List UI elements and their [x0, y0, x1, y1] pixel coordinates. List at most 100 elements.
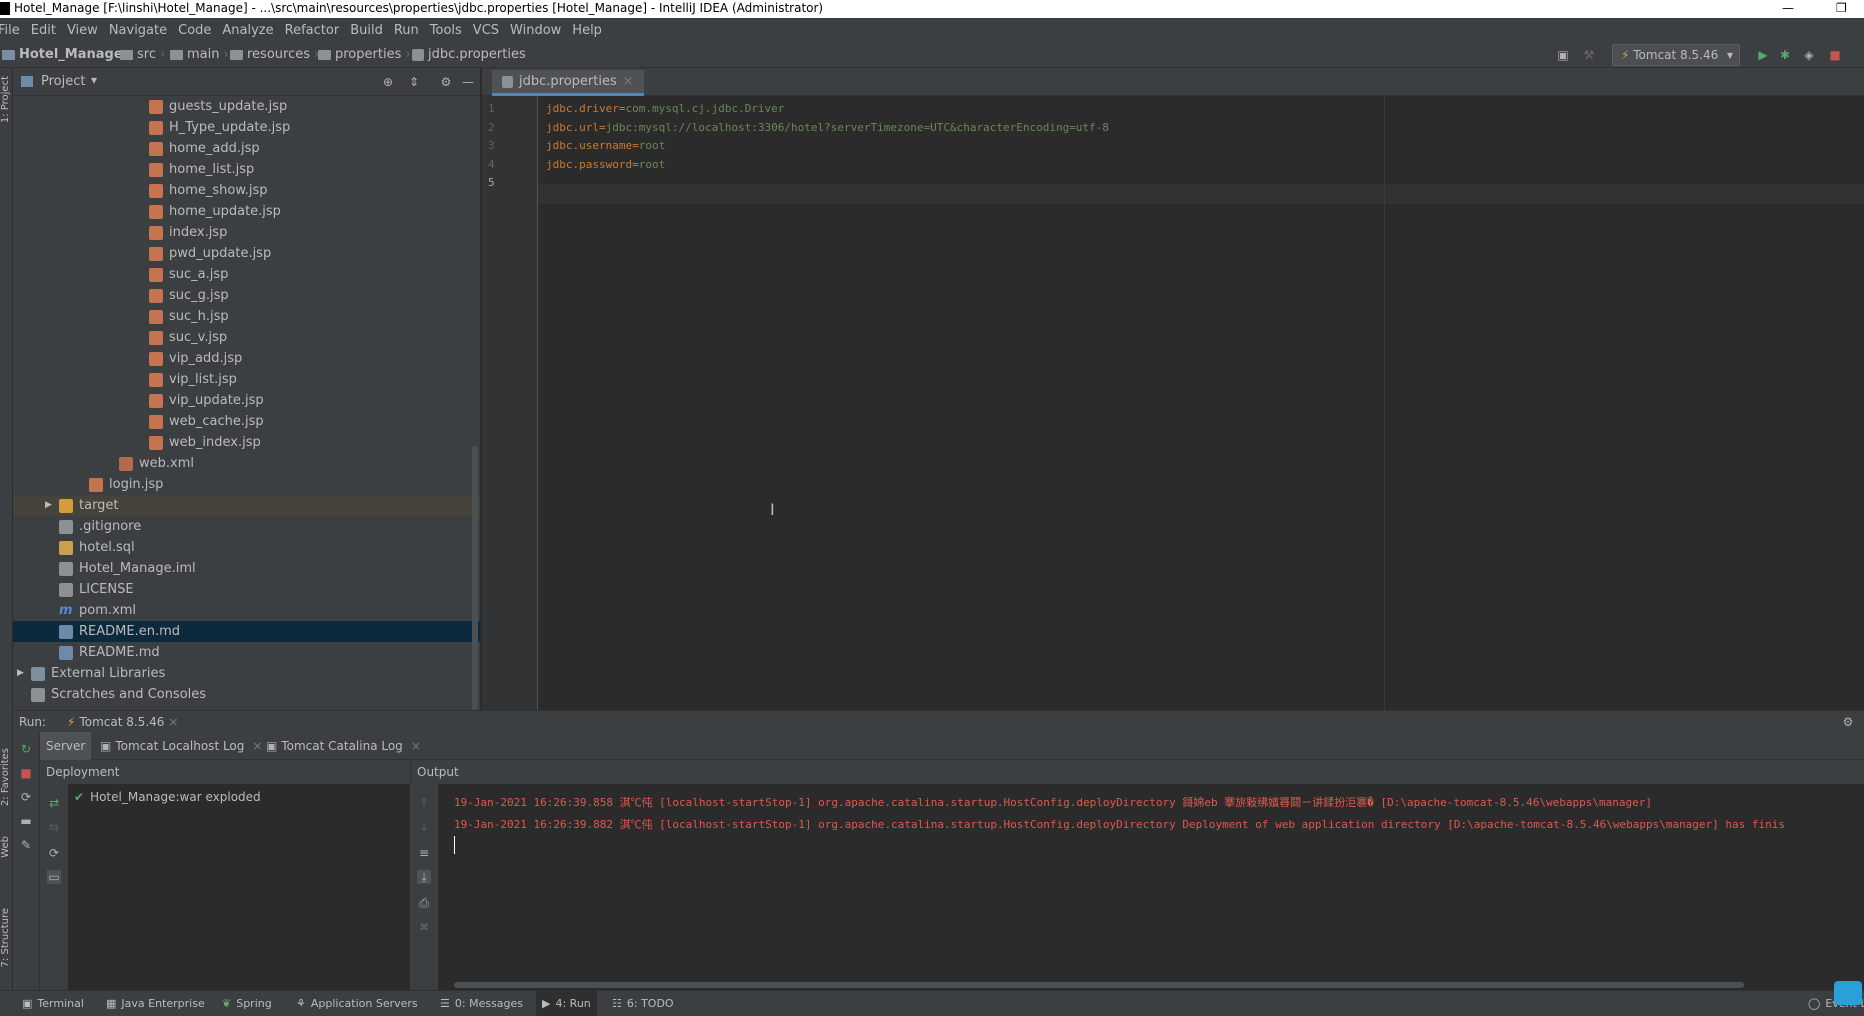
collapse-all-icon[interactable]: ⇕ — [407, 75, 421, 89]
tab-spring[interactable]: ❦ Spring — [222, 991, 272, 1016]
debug-icon[interactable]: ✱ — [1778, 48, 1792, 62]
tree-item[interactable]: ▶ target — [45, 495, 119, 516]
deploy-icon[interactable]: ⇄ — [47, 796, 61, 810]
undeploy-icon[interactable]: ⇆ — [47, 820, 61, 834]
breadcrumb-project[interactable]: Hotel_Manage › — [2, 42, 132, 68]
breadcrumb-src[interactable]: src › — [120, 42, 165, 68]
tree-item[interactable]: web_cache.jsp — [149, 411, 264, 432]
scroll-to-end-icon[interactable]: ⤓ — [417, 870, 431, 884]
chevron-right-icon[interactable]: ▶ — [17, 663, 24, 684]
menu-vcs[interactable]: VCS — [473, 19, 499, 43]
tab-todo[interactable]: ☷ 6: TODO — [612, 991, 674, 1016]
restore-button[interactable]: ❐ — [1836, 0, 1847, 17]
hide-panel-icon[interactable]: — — [461, 75, 475, 89]
close-icon[interactable]: × — [623, 69, 634, 95]
gear-icon[interactable]: ⚙ — [439, 75, 453, 89]
console-hscrollbar[interactable] — [454, 982, 1744, 988]
cloud-sync-icon[interactable] — [1834, 981, 1862, 1005]
project-tool-tab[interactable]: 1: Project — [0, 76, 11, 123]
rerun-icon[interactable]: ↻ — [19, 742, 33, 756]
tab-localhost-log[interactable]: ▣ Tomcat Localhost Log × — [94, 732, 268, 760]
menu-view[interactable]: View — [67, 19, 98, 43]
tree-item[interactable]: login.jsp — [89, 474, 163, 495]
tree-item[interactable]: Hotel_Manage.iml — [59, 558, 196, 579]
tree-item[interactable]: ▶ External Libraries — [17, 663, 165, 684]
tree-item[interactable]: home_update.jsp — [149, 201, 281, 222]
menu-build[interactable]: Build — [350, 19, 383, 43]
run-configuration-select[interactable]: ⚡ Tomcat 8.5.46 ▾ — [1612, 44, 1740, 66]
update-icon[interactable]: ⟳ — [19, 790, 33, 804]
tree-item[interactable]: web.xml — [119, 453, 194, 474]
project-scrollbar[interactable] — [472, 446, 478, 710]
close-icon[interactable]: × — [411, 732, 421, 760]
arrow-down-icon[interactable]: ↓ — [417, 820, 431, 834]
favorites-tool-tab[interactable]: 2: Favorites — [0, 748, 11, 806]
tree-item[interactable]: suc_v.jsp — [149, 327, 227, 348]
layout-icon[interactable]: ▬ — [19, 814, 33, 828]
web-tool-tab[interactable]: Web — [0, 836, 11, 858]
tree-item[interactable]: suc_g.jsp — [149, 285, 229, 306]
deployment-item[interactable]: ✔ Hotel_Manage:war exploded — [74, 790, 261, 804]
tab-run[interactable]: ▶ 4: Run — [536, 991, 597, 1016]
tree-item[interactable]: vip_add.jsp — [149, 348, 242, 369]
menu-edit[interactable]: Edit — [31, 19, 56, 43]
breadcrumb-main[interactable]: main › — [170, 42, 229, 68]
pin-icon[interactable]: ✎ — [19, 838, 33, 852]
breadcrumb-resources[interactable]: resources › — [230, 42, 319, 68]
menu-window[interactable]: Window — [510, 19, 561, 43]
minimize-button[interactable]: — — [1782, 0, 1794, 17]
gear-icon[interactable]: ⚙ — [1841, 715, 1855, 729]
tree-item[interactable]: hotel.sql — [59, 537, 135, 558]
coverage-icon[interactable]: ◈ — [1802, 48, 1816, 62]
tree-item[interactable]: vip_update.jsp — [149, 390, 264, 411]
refresh-icon[interactable]: ⟳ — [47, 846, 61, 860]
tree-item[interactable]: Scratches and Consoles — [31, 684, 206, 705]
menu-navigate[interactable]: Navigate — [109, 19, 167, 43]
tree-item[interactable]: home_add.jsp — [149, 138, 260, 159]
tab-catalina-log[interactable]: ▣ Tomcat Catalina Log × — [260, 732, 427, 760]
tree-item[interactable]: README.md — [59, 642, 160, 663]
tab-java-enterprise[interactable]: ▦ Java Enterprise — [106, 991, 205, 1016]
tree-item[interactable]: H_Type_update.jsp — [149, 117, 290, 138]
console-output[interactable]: 19-Jan-2021 16:26:39.858 淇℃伅 [localhost-… — [438, 784, 1864, 990]
build-hammer-icon[interactable]: ⚒ — [1582, 48, 1596, 62]
structure-tool-tab[interactable]: 7: Structure — [0, 908, 11, 967]
tab-application-servers[interactable]: ⚘ Application Servers — [296, 991, 418, 1016]
breadcrumb-file[interactable]: jdbc.properties — [412, 42, 526, 68]
run-icon[interactable]: ▶ — [1756, 48, 1770, 62]
tree-item[interactable]: LICENSE — [59, 579, 134, 600]
tab-server[interactable]: Server — [40, 732, 92, 760]
tab-terminal[interactable]: ▣ Terminal — [22, 991, 84, 1016]
tree-item[interactable]: suc_a.jsp — [149, 264, 228, 285]
tree-item[interactable]: web_index.jsp — [149, 432, 261, 453]
tree-item[interactable]: README.en.md — [59, 621, 180, 642]
tree-item[interactable]: home_show.jsp — [149, 180, 268, 201]
breadcrumb-properties[interactable]: properties › — [318, 42, 411, 68]
chevron-down-icon[interactable]: ▾ — [91, 73, 97, 87]
project-view-title[interactable]: Project — [41, 74, 85, 89]
artifact-icon[interactable]: ▭ — [47, 870, 61, 884]
tree-item[interactable]: home_list.jsp — [149, 159, 254, 180]
tree-item[interactable]: index.jsp — [149, 222, 227, 243]
menu-refactor[interactable]: Refactor — [285, 19, 340, 43]
menu-file[interactable]: File — [0, 19, 20, 43]
close-icon[interactable]: × — [168, 711, 178, 733]
tree-item[interactable]: guests_update.jsp — [149, 96, 287, 117]
chevron-right-icon[interactable]: ▶ — [45, 495, 52, 516]
stop-icon[interactable]: ■ — [1828, 48, 1842, 62]
tree-item[interactable]: .gitignore — [59, 516, 141, 537]
tree-item[interactable]: vip_list.jsp — [149, 369, 237, 390]
menu-analyze[interactable]: Analyze — [222, 19, 273, 43]
tab-messages[interactable]: ☰ 0: Messages — [440, 991, 523, 1016]
soft-wrap-icon[interactable]: ≡ — [417, 846, 431, 860]
menu-tools[interactable]: Tools — [430, 19, 462, 43]
locate-icon[interactable]: ⊕ — [381, 75, 395, 89]
tree-item[interactable]: m pom.xml — [59, 600, 136, 621]
project-structure-icon[interactable]: ▣ — [1556, 48, 1570, 62]
arrow-up-icon[interactable]: ↑ — [417, 796, 431, 810]
menu-code[interactable]: Code — [178, 19, 211, 43]
stop-icon[interactable]: ■ — [19, 766, 33, 780]
tree-item[interactable]: suc_h.jsp — [149, 306, 229, 327]
tree-item[interactable]: pwd_update.jsp — [149, 243, 271, 264]
tab-jdbc-properties[interactable]: jdbc.properties × — [492, 70, 644, 96]
